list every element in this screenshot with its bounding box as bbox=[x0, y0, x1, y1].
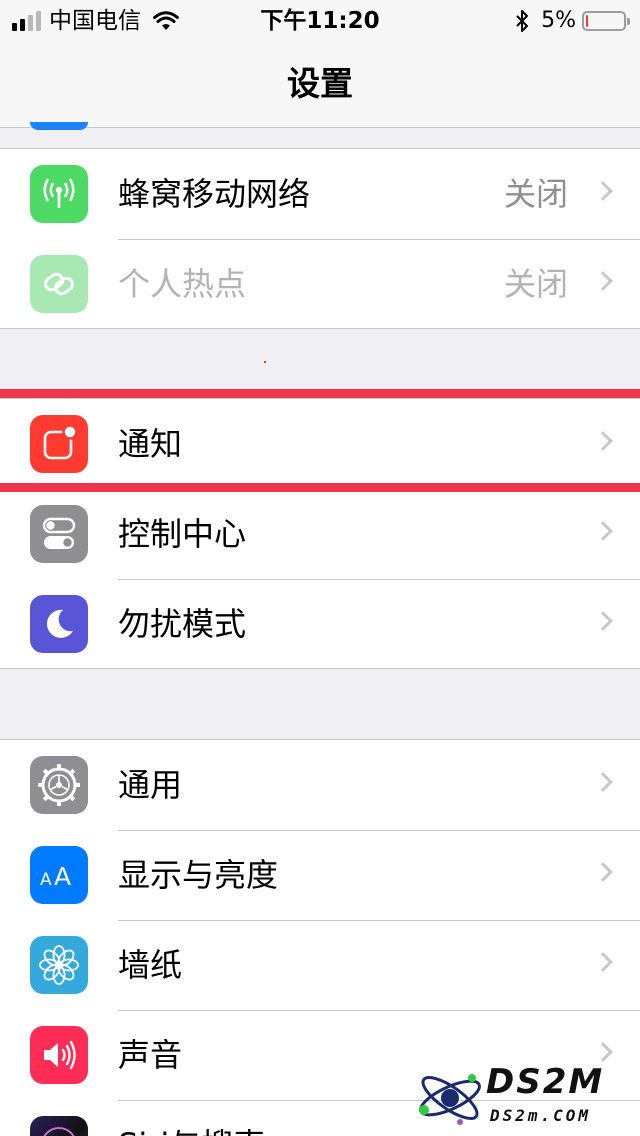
chevron-right-icon bbox=[593, 772, 613, 792]
speaker-icon bbox=[30, 1026, 88, 1084]
siri-icon bbox=[30, 1116, 88, 1136]
status-bar: 中国电信 下午11:20 5% bbox=[0, 0, 640, 40]
settings-row-general[interactable]: 通用 bbox=[0, 740, 640, 830]
settings-row-cellular[interactable]: 蜂窝移动网络 关闭 bbox=[0, 149, 640, 239]
settings-row-wallpaper[interactable]: 墙纸 bbox=[0, 920, 640, 1010]
svg-text:A: A bbox=[54, 862, 71, 891]
settings-row-notifications[interactable]: 通知 bbox=[0, 399, 640, 489]
settings-row-value: 关闭 bbox=[503, 175, 568, 213]
antenna-icon bbox=[30, 165, 88, 223]
stray-dot bbox=[264, 361, 266, 363]
chevron-right-icon bbox=[593, 521, 613, 541]
bluetooth-icon bbox=[515, 9, 529, 33]
page-title: 设置 bbox=[287, 64, 353, 103]
settings-row-label: 蜂窝移动网络 bbox=[118, 175, 311, 213]
settings-row-label: 个人热点 bbox=[118, 265, 247, 303]
highlight-line-top bbox=[0, 389, 640, 398]
navigation-bar: 设置 bbox=[0, 40, 640, 128]
settings-row-label: 通用 bbox=[118, 766, 183, 804]
settings-row-label: 声音 bbox=[118, 1036, 183, 1074]
toggles-icon bbox=[30, 505, 88, 563]
battery-percentage: 5% bbox=[541, 8, 576, 33]
watermark-logo-icon bbox=[419, 1074, 481, 1125]
watermark: DS2M DS2m.COM bbox=[410, 1058, 635, 1134]
settings-row-label: Siri与搜索 bbox=[118, 1123, 265, 1136]
battery-icon bbox=[582, 11, 630, 31]
battery-level bbox=[586, 15, 588, 27]
highlight-line-bottom bbox=[0, 483, 640, 492]
settings-row-control-center[interactable]: 控制中心 bbox=[0, 489, 640, 579]
settings-row-label: 通知 bbox=[118, 425, 183, 463]
settings-row-label: 勿扰模式 bbox=[118, 605, 247, 643]
chevron-right-icon bbox=[593, 952, 613, 972]
chevron-right-icon bbox=[593, 862, 613, 882]
chevron-right-icon bbox=[593, 431, 613, 451]
settings-row-display-brightness[interactable]: A A 显示与亮度 bbox=[0, 830, 640, 920]
settings-row-label: 显示与亮度 bbox=[118, 856, 279, 894]
settings-row-do-not-disturb[interactable]: 勿扰模式 bbox=[0, 579, 640, 669]
flower-icon bbox=[30, 936, 88, 994]
settings-row-label: 控制中心 bbox=[118, 515, 247, 553]
svg-text:A: A bbox=[40, 870, 52, 890]
settings-row-value: 关闭 bbox=[503, 265, 568, 303]
watermark-domain: DS2m.COM bbox=[490, 1106, 592, 1125]
settings-row-label: 墙纸 bbox=[118, 946, 183, 984]
text-size-icon: A A bbox=[30, 846, 88, 904]
settings-row-personal-hotspot[interactable]: 个人热点 关闭 bbox=[0, 239, 640, 329]
watermark-brand: DS2M bbox=[486, 1062, 605, 1102]
chevron-right-icon bbox=[593, 181, 613, 201]
chain-link-icon bbox=[30, 255, 88, 313]
gear-icon bbox=[30, 756, 88, 814]
moon-icon bbox=[30, 595, 88, 653]
chevron-right-icon bbox=[593, 271, 613, 291]
scrolled-icon-fragment bbox=[30, 122, 88, 130]
notification-badge-icon bbox=[30, 415, 88, 473]
chevron-right-icon bbox=[593, 611, 613, 631]
notification-group: 通知 控制中心 勿扰模式 bbox=[0, 398, 640, 669]
network-group: 蜂窝移动网络 关闭 个人热点 关闭 bbox=[0, 148, 640, 329]
